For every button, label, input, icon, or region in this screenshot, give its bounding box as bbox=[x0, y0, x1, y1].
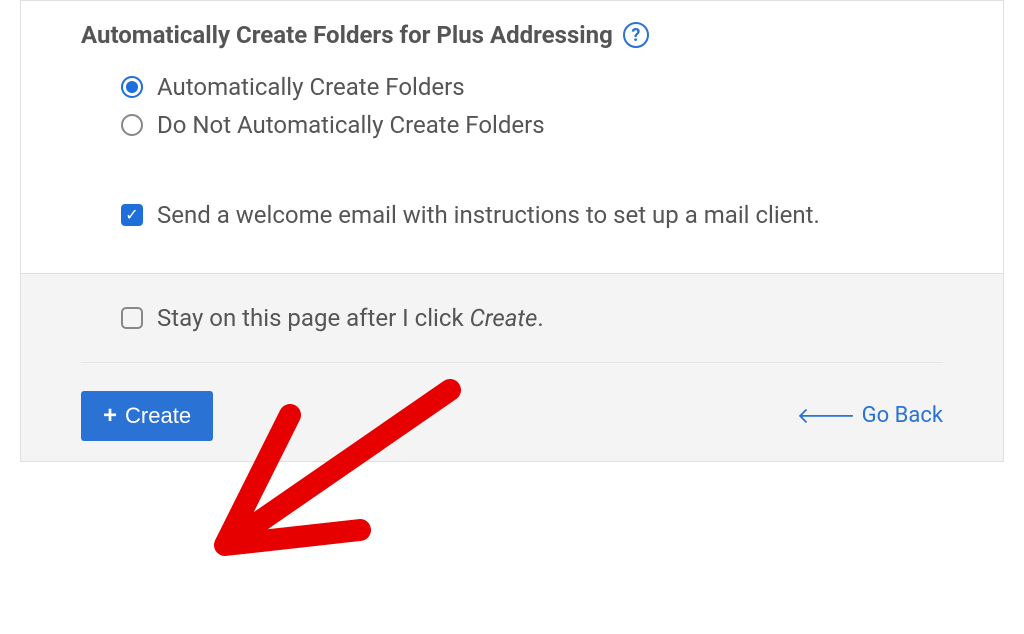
arrow-left-icon: 🡐 bbox=[797, 403, 856, 429]
welcome-email-checkbox[interactable]: ✓ bbox=[121, 204, 143, 226]
go-back-label: Go Back bbox=[862, 403, 943, 428]
radio-label-auto-create: Automatically Create Folders bbox=[157, 73, 465, 101]
help-icon[interactable]: ? bbox=[623, 22, 649, 48]
radio-label-do-not-create: Do Not Automatically Create Folders bbox=[157, 111, 545, 139]
welcome-email-row[interactable]: ✓ Send a welcome email with instructions… bbox=[81, 199, 943, 233]
stay-on-page-row[interactable]: Stay on this page after I click Create. bbox=[81, 304, 943, 363]
radio-option-do-not-create[interactable]: Do Not Automatically Create Folders bbox=[121, 111, 943, 139]
radio-input-auto-create[interactable] bbox=[121, 76, 143, 98]
section-title: Automatically Create Folders for Plus Ad… bbox=[81, 21, 943, 49]
radio-group: Automatically Create Folders Do Not Auto… bbox=[81, 73, 943, 139]
button-row: + Create 🡐 Go Back bbox=[81, 363, 943, 441]
create-button-label: Create bbox=[125, 403, 191, 429]
create-button[interactable]: + Create bbox=[81, 391, 213, 441]
upper-section: Automatically Create Folders for Plus Ad… bbox=[21, 1, 1003, 273]
settings-panel: Automatically Create Folders for Plus Ad… bbox=[20, 0, 1004, 462]
radio-option-auto-create[interactable]: Automatically Create Folders bbox=[121, 73, 943, 101]
section-title-text: Automatically Create Folders for Plus Ad… bbox=[81, 21, 613, 49]
welcome-email-label: Send a welcome email with instructions t… bbox=[157, 199, 820, 233]
stay-on-page-label: Stay on this page after I click Create. bbox=[157, 304, 544, 332]
lower-section: Stay on this page after I click Create. … bbox=[21, 273, 1003, 461]
radio-input-do-not-create[interactable] bbox=[121, 114, 143, 136]
stay-on-page-checkbox[interactable] bbox=[121, 307, 143, 329]
plus-icon: + bbox=[103, 404, 117, 428]
go-back-link[interactable]: 🡐 Go Back bbox=[797, 403, 943, 429]
